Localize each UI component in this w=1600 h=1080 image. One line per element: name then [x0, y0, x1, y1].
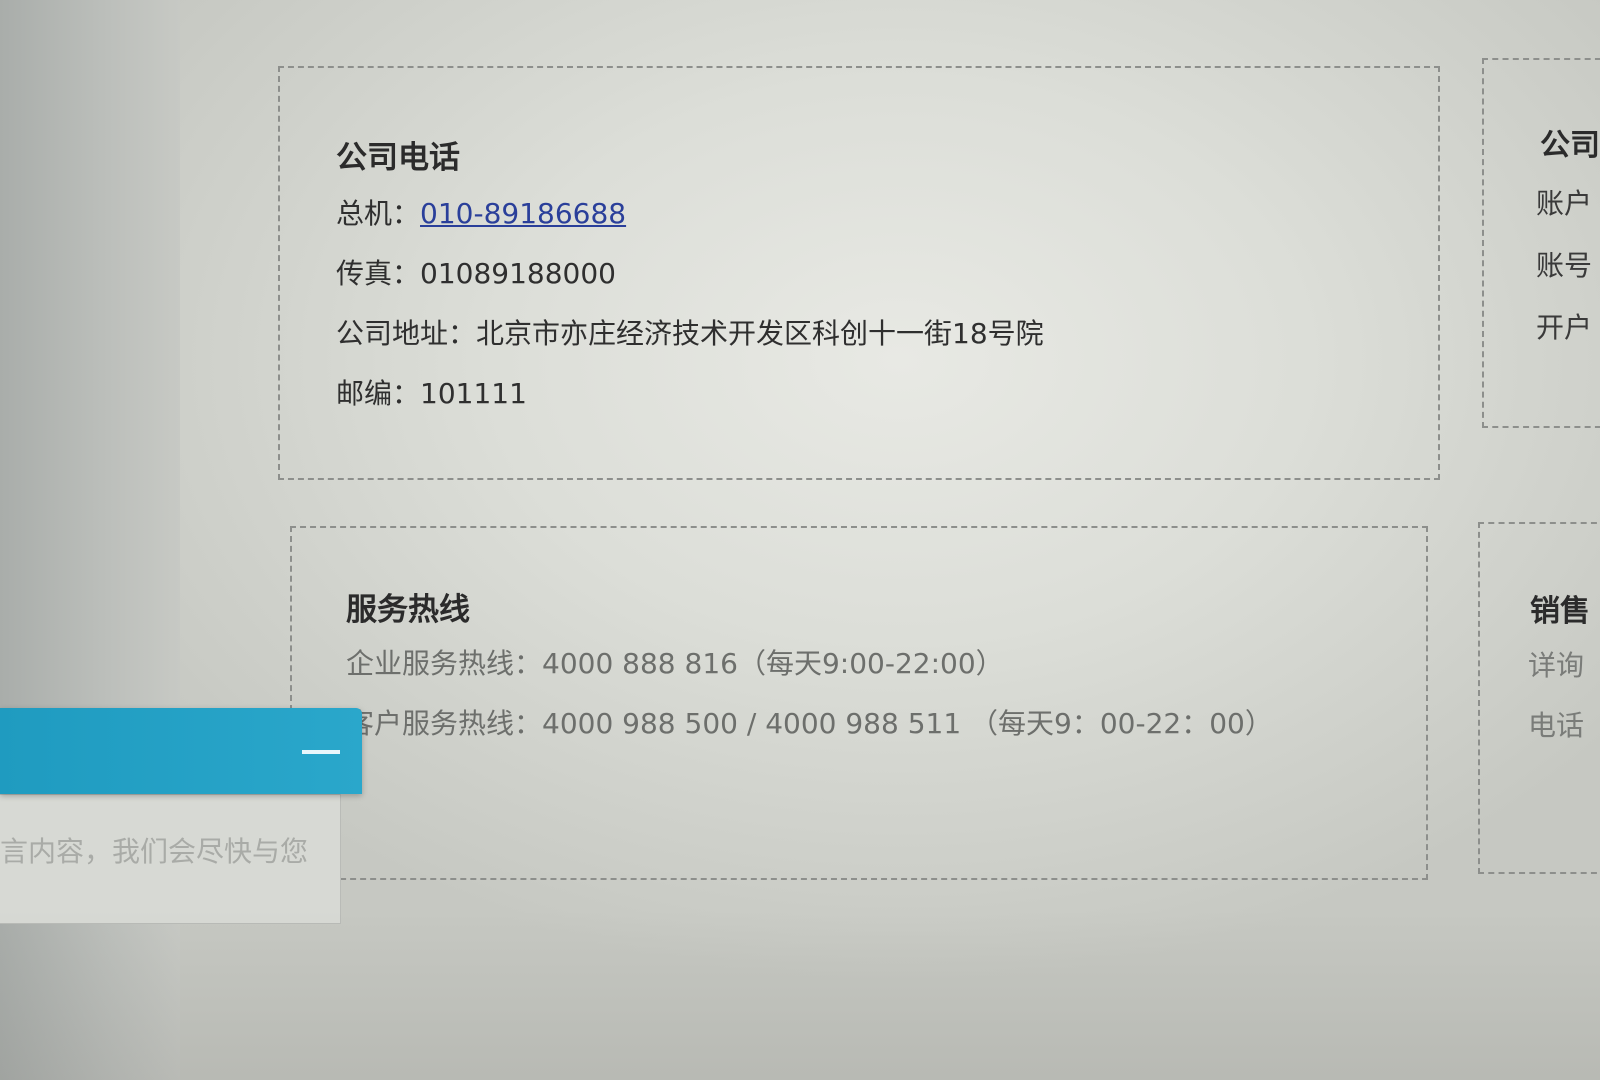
- sales-card-line-2: 电话: [1528, 709, 1585, 742]
- switchboard-line: 总机：010-89186688: [336, 192, 626, 232]
- fax-line: 传真：01089188000: [336, 252, 616, 292]
- service-hotline-title: 服务热线: [346, 592, 470, 628]
- company-phone-title: 公司电话: [336, 140, 460, 176]
- fax-value: 01089188000: [420, 257, 616, 290]
- bank-card-line-3: 开户: [1536, 311, 1593, 344]
- bank-card-line-1: 账户: [1536, 187, 1593, 220]
- sales-card-title: 销售: [1530, 594, 1590, 629]
- enterprise-hotline-label: 企业服务热线：: [346, 647, 543, 680]
- address-value: 北京市亦庄经济技术开发区科创十一街18号院: [476, 317, 1044, 350]
- bank-account-card: [1482, 58, 1600, 428]
- address-label: 公司地址：: [336, 317, 477, 350]
- enterprise-hotline-value: 4000 888 816（每天9:00-22:00）: [542, 647, 1004, 680]
- chat-message-placeholder: 言内容，我们会尽快与您: [0, 835, 309, 868]
- customer-hotline-line: 客户服务热线：4000 988 500 / 4000 988 511 （每天9：…: [346, 702, 1273, 742]
- bank-card-line-2: 账号: [1536, 249, 1593, 282]
- address-line: 公司地址：北京市亦庄经济技术开发区科创十一街18号院: [336, 312, 1044, 352]
- customer-hotline-value: 4000 988 500 / 4000 988 511 （每天9：00-22：0…: [542, 707, 1273, 740]
- minimize-icon[interactable]: [302, 734, 340, 768]
- switchboard-label: 总机：: [336, 197, 421, 230]
- switchboard-phone-link[interactable]: 010-89186688: [420, 197, 626, 230]
- chat-widget-header[interactable]: [0, 708, 362, 794]
- customer-hotline-label: 客户服务热线：: [346, 707, 543, 740]
- postcode-label: 邮编：: [336, 377, 421, 410]
- screen: 公司电话 总机：010-89186688 传真：01089188000 公司地址…: [0, 0, 1600, 1080]
- sales-card-line-1: 详询: [1528, 649, 1585, 682]
- bottom-shade: [0, 910, 1600, 1080]
- postcode-line: 邮编：101111: [336, 372, 527, 412]
- fax-label: 传真：: [336, 257, 421, 290]
- bank-card-title: 公司: [1540, 128, 1600, 163]
- postcode-value: 101111: [420, 377, 527, 410]
- sales-card: [1478, 522, 1600, 874]
- enterprise-hotline-line: 企业服务热线：4000 888 816（每天9:00-22:00）: [346, 642, 1004, 682]
